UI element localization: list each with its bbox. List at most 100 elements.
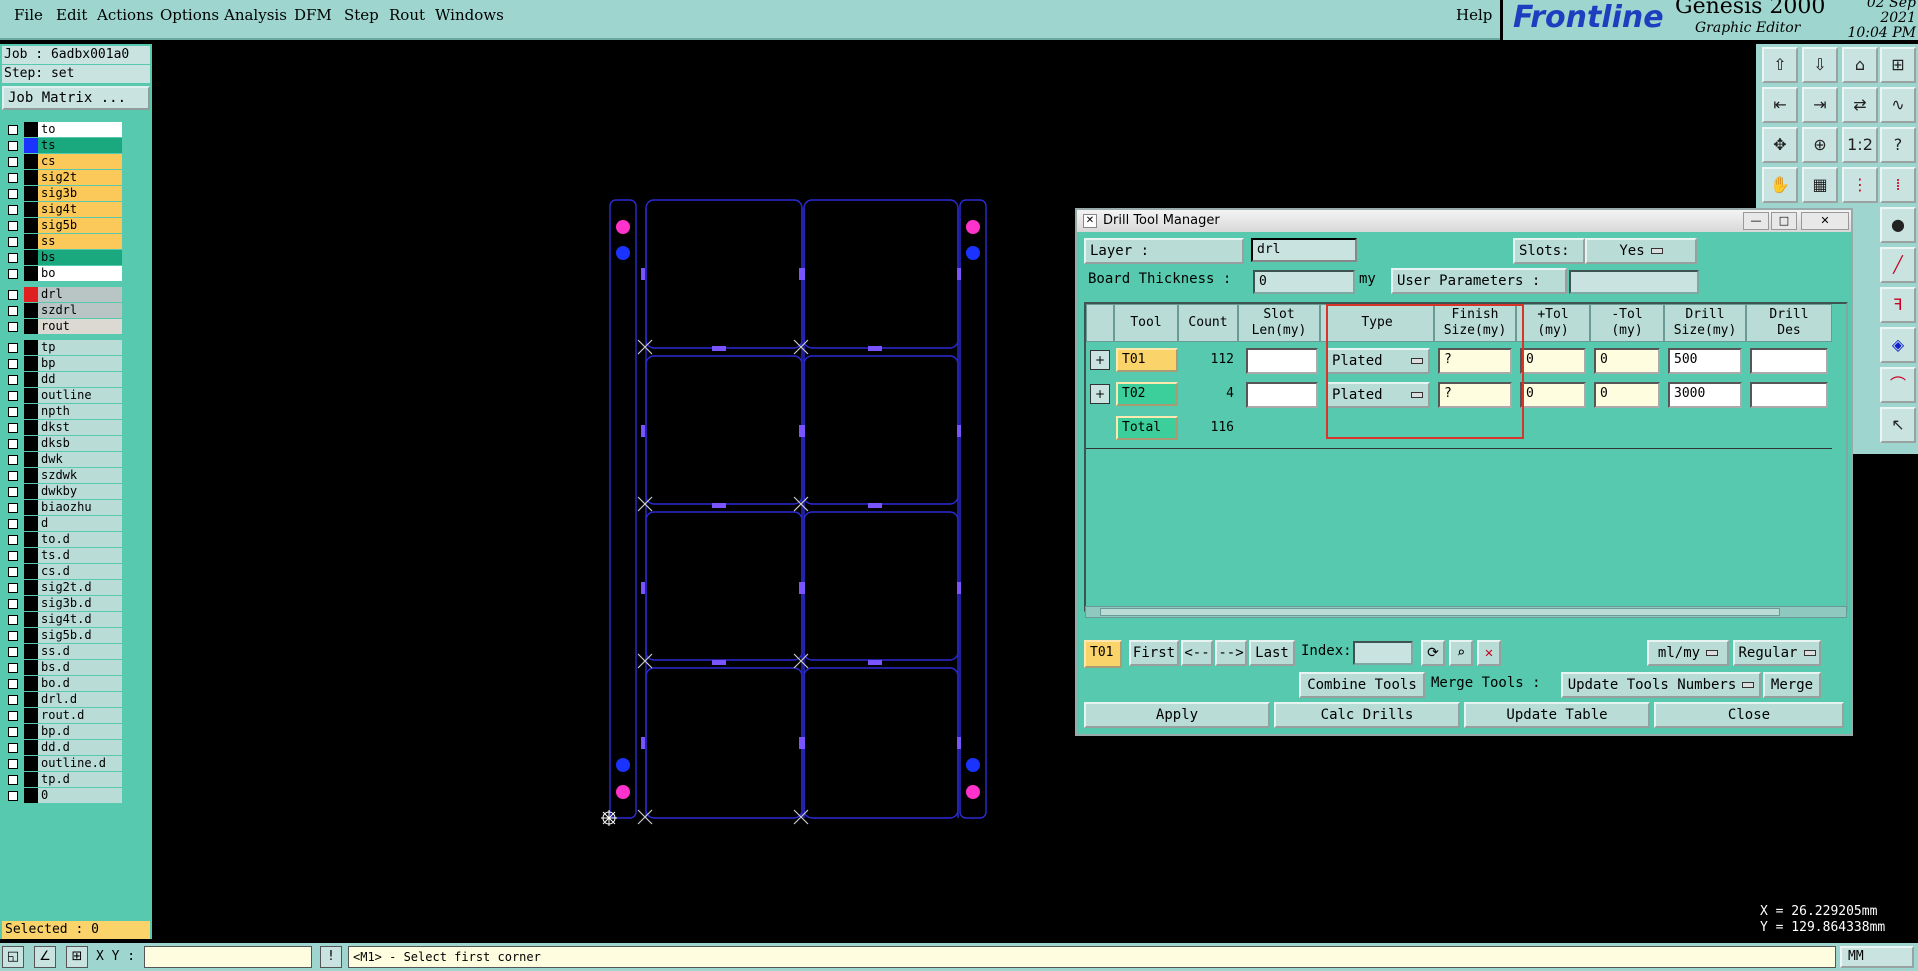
- delete-icon[interactable]: ✕: [1477, 640, 1501, 666]
- update-table-button[interactable]: Update Table: [1464, 702, 1650, 728]
- help-icon[interactable]: ?: [1880, 127, 1916, 163]
- layer-color-swatch[interactable]: [24, 564, 38, 579]
- layer-name[interactable]: bo.d: [38, 676, 122, 691]
- layer-checkbox[interactable]: [8, 375, 18, 385]
- scroll-thumb[interactable]: [1100, 608, 1780, 616]
- layer-checkbox[interactable]: [8, 343, 18, 353]
- layer-color-swatch[interactable]: [24, 340, 38, 355]
- plus-tol-t02[interactable]: 0: [1520, 382, 1586, 408]
- layer-name[interactable]: d: [38, 516, 122, 531]
- menu-actions[interactable]: Actions: [97, 6, 153, 24]
- layer-color-swatch[interactable]: [24, 138, 38, 153]
- layer-color-swatch[interactable]: [24, 420, 38, 435]
- layer-name[interactable]: dwk: [38, 452, 122, 467]
- layer-checkbox[interactable]: [8, 306, 18, 316]
- layer-checkbox[interactable]: [8, 567, 18, 577]
- layer-row-sig2t-d[interactable]: sig2t.d: [4, 580, 122, 596]
- tool-t02[interactable]: T02: [1116, 382, 1178, 406]
- layer-row-bo[interactable]: bo: [4, 266, 122, 282]
- xy-input[interactable]: [144, 946, 312, 968]
- layer-row-ts-d[interactable]: ts.d: [4, 548, 122, 564]
- shape-icon[interactable]: ◈: [1880, 327, 1916, 363]
- layer-name[interactable]: sig2t: [38, 170, 122, 185]
- layer-checkbox[interactable]: [8, 157, 18, 167]
- layer-row-bo-d[interactable]: bo.d: [4, 676, 122, 692]
- layer-row-sig4t-d[interactable]: sig4t.d: [4, 612, 122, 628]
- layer-checkbox[interactable]: [8, 551, 18, 561]
- layer-checkbox[interactable]: [8, 743, 18, 753]
- slot-len-t01[interactable]: [1246, 348, 1318, 374]
- layer-row-drl-d[interactable]: drl.d: [4, 692, 122, 708]
- horizontal-scrollbar[interactable]: [1085, 606, 1847, 618]
- expand-row-icon[interactable]: +: [1090, 350, 1110, 370]
- layer-color-swatch[interactable]: [24, 468, 38, 483]
- layer-row-outline[interactable]: outline: [4, 388, 122, 404]
- user-params-input[interactable]: [1569, 270, 1699, 294]
- layer-checkbox[interactable]: [8, 583, 18, 593]
- grid-snap-icon[interactable]: ⊞: [66, 946, 88, 968]
- minimize-icon[interactable]: —: [1743, 212, 1769, 230]
- layer-name[interactable]: npth: [38, 404, 122, 419]
- layer-checkbox[interactable]: [8, 237, 18, 247]
- slots-select[interactable]: Yes: [1585, 238, 1697, 264]
- layer-name[interactable]: cs.d: [38, 564, 122, 579]
- menu-edit[interactable]: Edit: [56, 6, 87, 24]
- ratio-button[interactable]: 1:2: [1842, 127, 1878, 163]
- menu-windows[interactable]: Windows: [435, 6, 504, 24]
- mode-select[interactable]: Regular: [1733, 640, 1821, 666]
- layer-color-swatch[interactable]: [24, 772, 38, 787]
- layer-checkbox[interactable]: [8, 290, 18, 300]
- layer-name[interactable]: dd: [38, 372, 122, 387]
- layer-name[interactable]: ts.d: [38, 548, 122, 563]
- layer-name[interactable]: outline: [38, 388, 122, 403]
- layer-row-bs-d[interactable]: bs.d: [4, 660, 122, 676]
- grid2-icon[interactable]: ▦: [1802, 167, 1838, 203]
- layer-name[interactable]: sig5b.d: [38, 628, 122, 643]
- merge-button[interactable]: Merge: [1763, 672, 1821, 698]
- layer-color-swatch[interactable]: [24, 612, 38, 627]
- layer-color-swatch[interactable]: [24, 170, 38, 185]
- layer-color-swatch[interactable]: [24, 516, 38, 531]
- layer-name[interactable]: dwkby: [38, 484, 122, 499]
- layer-row-d[interactable]: d: [4, 516, 122, 532]
- layer-name[interactable]: szdrl: [38, 303, 122, 318]
- arc-icon[interactable]: ⌒: [1880, 367, 1916, 403]
- layer-checkbox[interactable]: [8, 322, 18, 332]
- layer-row-rout-d[interactable]: rout.d: [4, 708, 122, 724]
- layer-checkbox[interactable]: [8, 125, 18, 135]
- minus-tol-t02[interactable]: 0: [1594, 382, 1660, 408]
- layer-checkbox[interactable]: [8, 615, 18, 625]
- menu-options[interactable]: Options: [160, 6, 219, 24]
- layer-checkbox[interactable]: [8, 471, 18, 481]
- layer-name[interactable]: drl.d: [38, 692, 122, 707]
- tool-t01[interactable]: T01: [1116, 348, 1178, 372]
- layer-name[interactable]: outline.d: [38, 756, 122, 771]
- slot-len-t02[interactable]: [1246, 382, 1318, 408]
- layer-color-swatch[interactable]: [24, 500, 38, 515]
- layer-checkbox[interactable]: [8, 695, 18, 705]
- layer-row-npth[interactable]: npth: [4, 404, 122, 420]
- layer-name[interactable]: sig3b.d: [38, 596, 122, 611]
- layer-row-bs[interactable]: bs: [4, 250, 122, 266]
- fit-icon[interactable]: ✥: [1762, 127, 1798, 163]
- layer-color-swatch[interactable]: [24, 388, 38, 403]
- layer-row-to-d[interactable]: to.d: [4, 532, 122, 548]
- grid-icon[interactable]: ⊞: [1880, 47, 1916, 83]
- layer-checkbox[interactable]: [8, 173, 18, 183]
- layer-color-swatch[interactable]: [24, 484, 38, 499]
- apply-button[interactable]: Apply: [1084, 702, 1270, 728]
- layer-name[interactable]: bp: [38, 356, 122, 371]
- index-input[interactable]: [1353, 641, 1413, 665]
- layer-name[interactable]: to: [38, 122, 122, 137]
- search-icon[interactable]: ⌕: [1449, 640, 1473, 666]
- right-icon[interactable]: ⇥: [1802, 87, 1838, 123]
- layer-row-drl[interactable]: drl: [4, 287, 122, 303]
- menu-dfm[interactable]: DFM: [294, 6, 332, 24]
- layer-checkbox[interactable]: [8, 455, 18, 465]
- layer-checkbox[interactable]: [8, 535, 18, 545]
- layer-checkbox[interactable]: [8, 391, 18, 401]
- layer-row-szdwk[interactable]: szdwk: [4, 468, 122, 484]
- layer-name[interactable]: biaozhu: [38, 500, 122, 515]
- drill-size-t01[interactable]: 500: [1668, 348, 1742, 374]
- menu-help[interactable]: Help: [1456, 6, 1492, 24]
